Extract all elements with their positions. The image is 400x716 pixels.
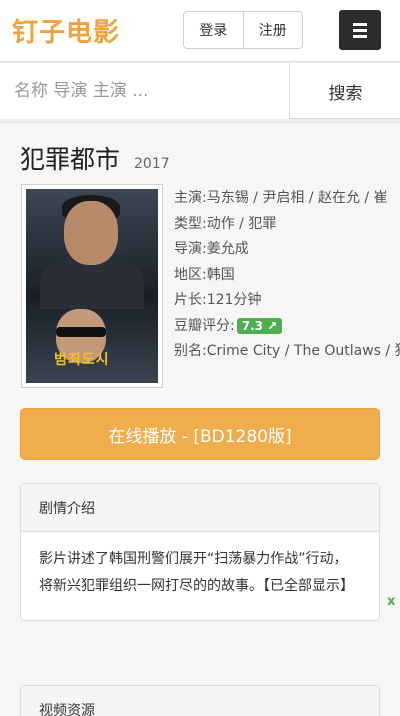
register-button[interactable]: 注册: [242, 12, 303, 48]
login-button[interactable]: 登录: [184, 12, 243, 48]
movie-info: 主演:马东锡 / 尹启相 / 赵在允 / 崔 类型:动作 / 犯罪 导演:姜允成…: [174, 187, 400, 366]
movie-title: 犯罪都市: [20, 145, 121, 174]
search-bar: 搜索: [0, 63, 400, 119]
menu-icon[interactable]: [339, 10, 381, 50]
poster-image: 범죄도시: [26, 189, 158, 383]
runtime-line: 片长:121分钟: [174, 292, 262, 308]
search-input[interactable]: [0, 63, 290, 119]
director-line: 导演:姜允成: [174, 241, 249, 257]
synopsis-heading: 剧情介绍: [21, 484, 379, 532]
resources-heading: 视频资源: [21, 686, 379, 716]
resources-panel: 视频资源: [20, 685, 380, 716]
top-navbar: 钉子电影 登录 注册: [0, 0, 400, 62]
side-close-icon[interactable]: x: [387, 594, 395, 609]
site-logo[interactable]: 钉子电影: [12, 12, 120, 49]
rating-label: 豆瓣评分:: [174, 317, 235, 334]
external-link-icon: ↗: [262, 318, 278, 333]
play-online-button[interactable]: 在线播放 - [BD1280版]: [20, 408, 380, 460]
poster-title-text: 범죄도시: [54, 352, 110, 368]
synopsis-panel: 剧情介绍 影片讲述了韩国刑警们展开“扫荡暴力作战”行动，将新兴犯罪组织一网打尽的…: [20, 483, 380, 621]
synopsis-text: 影片讲述了韩国刑警们展开“扫荡暴力作战”行动，将新兴犯罪组织一网打尽的的故事。【…: [39, 551, 354, 594]
region-line: 地区:韩国: [174, 266, 235, 283]
search-button[interactable]: 搜索: [291, 63, 400, 119]
aka-line: 别名:Crime City / The Outlaws / 犯: [174, 343, 400, 359]
genre-line: 类型:动作 / 犯罪: [174, 215, 277, 232]
movie-poster[interactable]: 범죄도시: [21, 184, 163, 388]
cast-line: 主演:马东锡 / 尹启相 / 赵在允 / 崔: [174, 190, 388, 206]
rating-value: 7.3: [241, 318, 263, 333]
douban-rating-badge[interactable]: 7.3 ↗: [236, 317, 283, 334]
movie-year: 2017: [134, 156, 170, 172]
title-row: 犯罪都市 2017: [20, 140, 170, 176]
rating-line: 豆瓣评分: 7.3 ↗: [174, 315, 400, 341]
auth-button-group: 登录 注册: [183, 11, 303, 49]
